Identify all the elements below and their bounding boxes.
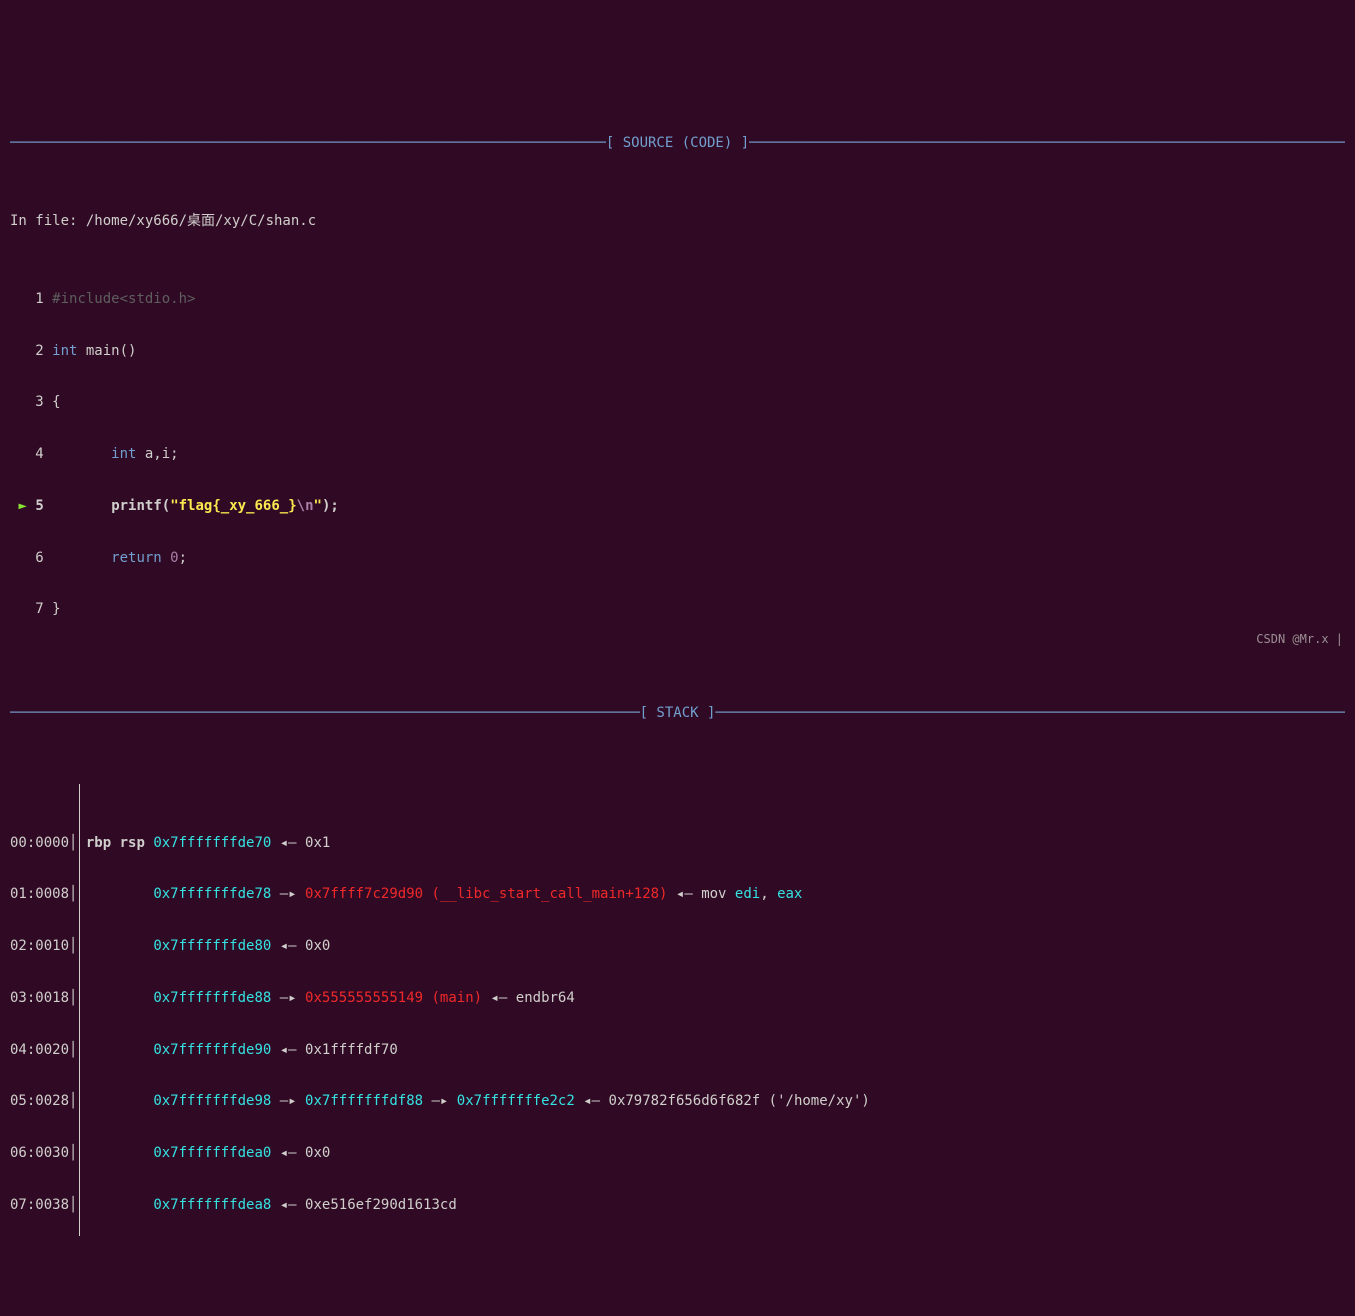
source-line-5-current: ► 5 printf("flag{_xy_666_}\n"); [10, 494, 1345, 520]
stack-row-3: 03:0018│ 0x7fffffffde88 —▸ 0x55555555514… [10, 986, 1345, 1012]
source-line-4: 4 int a,i; [10, 442, 1345, 468]
stack-row-0: 00:0000│ rbp rsp 0x7fffffffde70 ◂— 0x1 [10, 831, 1345, 857]
rule-left: ────────────────────────────────────────… [10, 131, 606, 157]
stack-row-2: 02:0010│ 0x7fffffffde80 ◂— 0x0 [10, 934, 1345, 960]
section-header-stack: ────────────────────────────────────────… [10, 701, 1345, 727]
source-line-1: 1 #include<stdio.h> [10, 287, 1345, 313]
stack-row-7: 07:0038│ 0x7fffffffdea8 ◂— 0xe516ef290d1… [10, 1193, 1345, 1219]
stack-row-4: 04:0020│ 0x7fffffffde90 ◂— 0x1ffffdf70 [10, 1038, 1345, 1064]
source-line-7: 7 } [10, 597, 1345, 623]
stack-row-1: 01:0008│ 0x7fffffffde78 —▸ 0x7ffff7c29d9… [10, 882, 1345, 908]
source-in-file: In file: /home/xy666/桌面/xy/C/shan.c [10, 209, 1345, 235]
current-line-marker-icon: ► [18, 498, 26, 514]
stack-row-6: 06:0030│ 0x7fffffffdea0 ◂— 0x0 [10, 1141, 1345, 1167]
rule-right: ────────────────────────────────────────… [749, 131, 1345, 157]
stack-row-5: 05:0028│ 0x7fffffffde98 —▸ 0x7fffffffdf8… [10, 1089, 1345, 1115]
section-title-source: [ SOURCE (CODE) ] [606, 131, 749, 157]
source-line-6: 6 return 0; [10, 546, 1345, 572]
stack-box-left [79, 784, 80, 1236]
source-line-3: 3 { [10, 390, 1345, 416]
section-title-stack: [ STACK ] [640, 701, 716, 727]
watermark: CSDN @Mr.x | [1256, 628, 1343, 650]
source-line-2: 2 int main() [10, 339, 1345, 365]
section-header-source: ────────────────────────────────────────… [10, 131, 1345, 157]
